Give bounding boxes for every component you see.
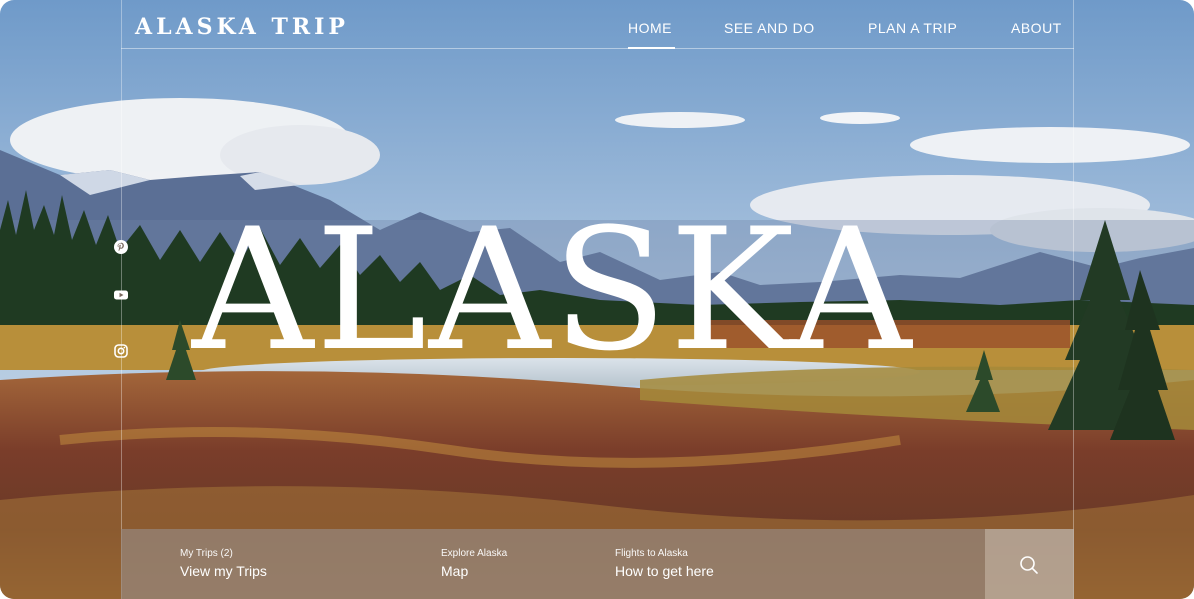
brand-logo[interactable]: ALASKA TRIP [135,14,349,40]
flights-value: How to get here [615,563,714,579]
nav-home-active-indicator [628,47,675,49]
instagram-icon[interactable] [113,343,129,359]
pinterest-icon[interactable] [113,239,129,255]
youtube-icon[interactable] [113,287,129,303]
page-frame: ALASKA TRIP HOME SEE AND DO PLAN A TRIP … [0,0,1194,599]
nav-plan-a-trip[interactable]: PLAN A TRIP [868,20,957,36]
explore-map-link[interactable]: Explore Alaska Map [441,548,507,579]
flights-label: Flights to Alaska [615,548,688,559]
nav-home[interactable]: HOME [628,20,672,36]
my-trips-label: My Trips (2) [180,548,233,559]
explore-label: Explore Alaska [441,548,508,559]
flights-link[interactable]: Flights to Alaska How to get here [615,548,714,579]
my-trips-value: View my Trips [180,563,267,579]
nav-see-and-do[interactable]: SEE AND DO [724,20,815,36]
hero-title: ALASKA [192,192,914,388]
nav-about[interactable]: ABOUT [1011,20,1062,36]
search-button[interactable] [985,529,1074,599]
search-icon [1020,556,1038,574]
my-trips-link[interactable]: My Trips (2) View my Trips [180,548,267,579]
explore-value: Map [441,563,469,579]
header-divider [121,48,1074,49]
right-guide-line [1073,0,1074,599]
